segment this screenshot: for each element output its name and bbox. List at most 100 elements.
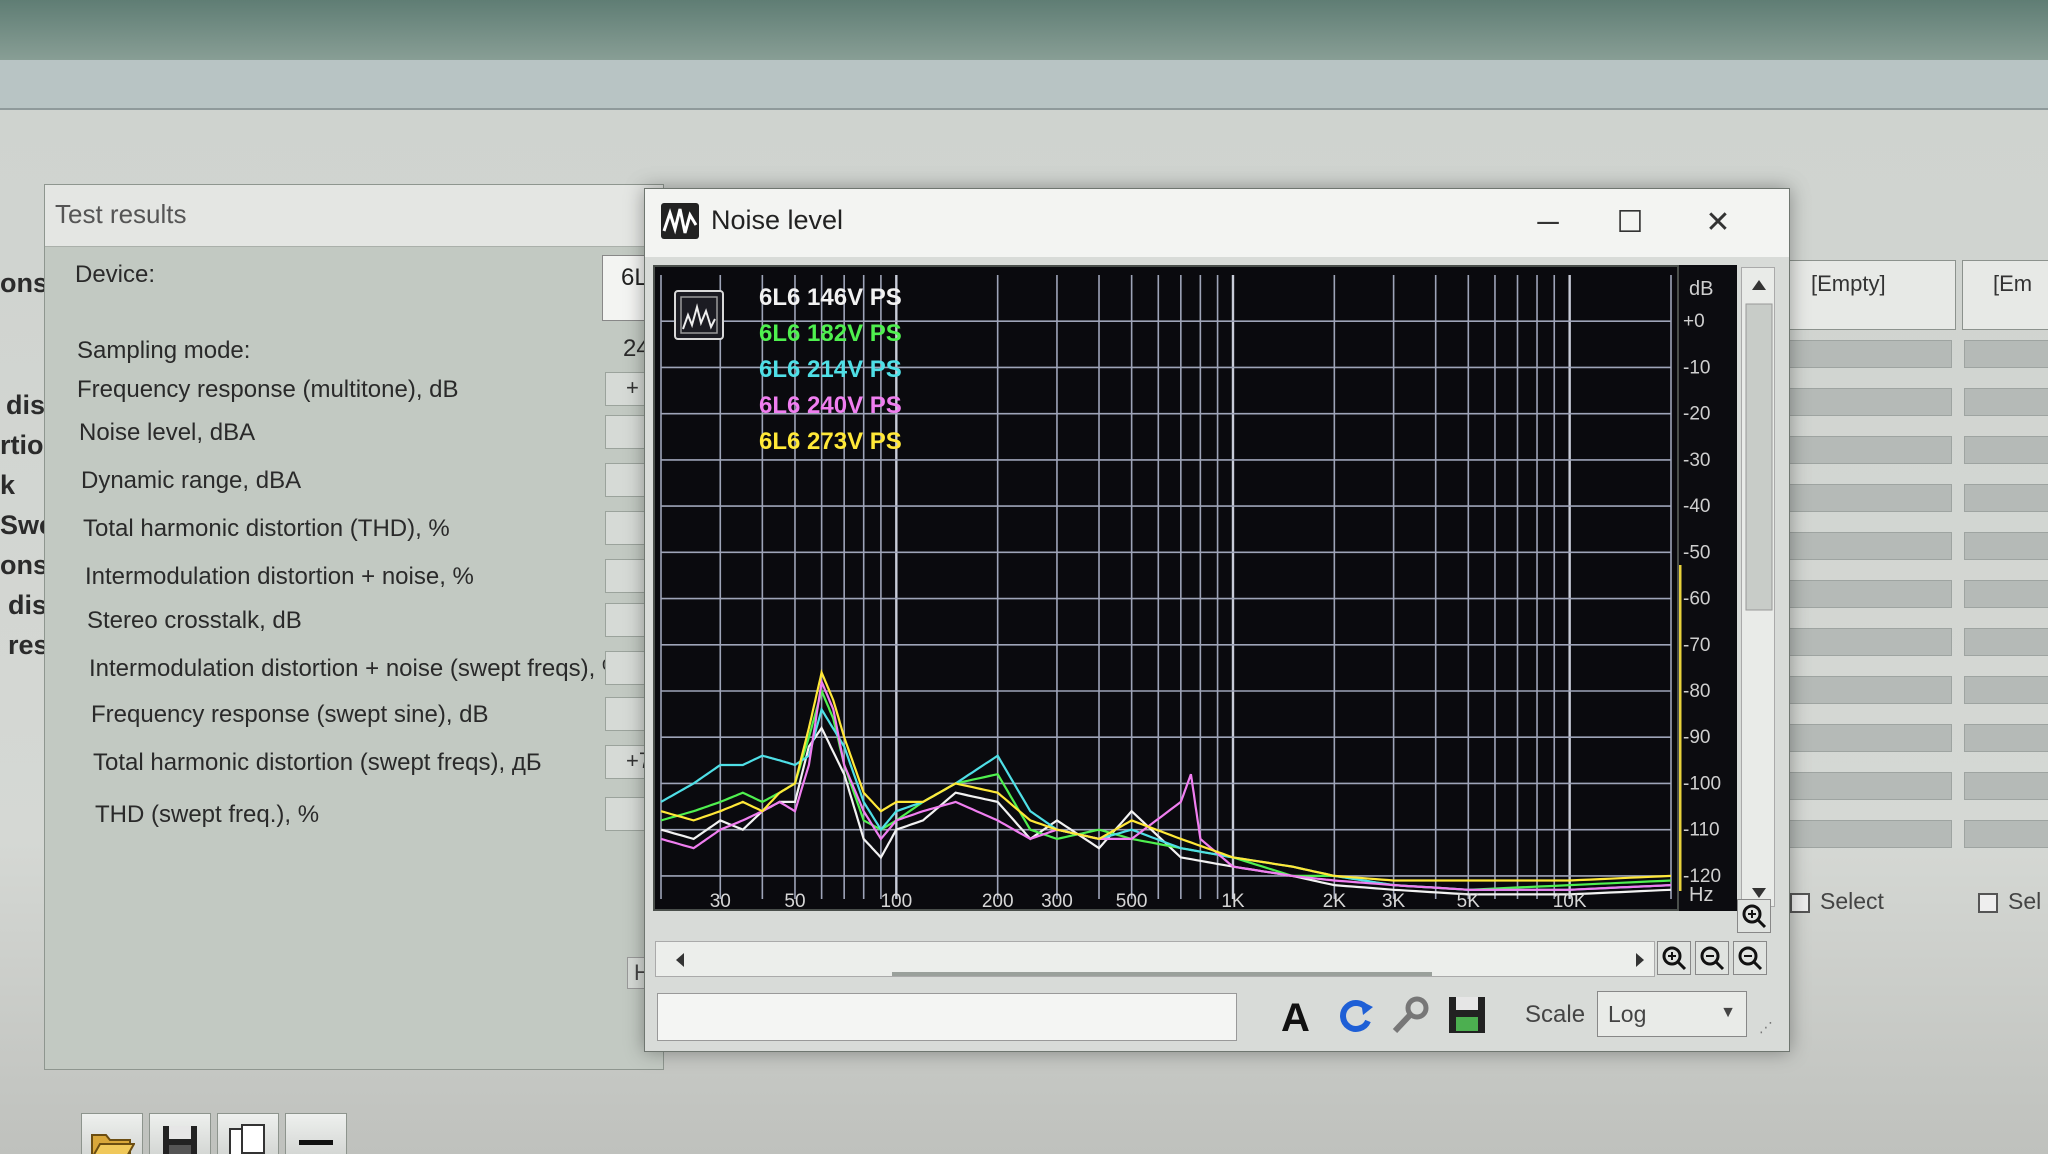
settings-button[interactable] <box>1385 989 1437 1041</box>
grid-cell <box>1782 724 1952 752</box>
scale-dropdown[interactable]: Log ▼ <box>1597 991 1747 1037</box>
minimize-icon[interactable]: ─ <box>1523 203 1573 243</box>
minus-icon <box>299 1140 333 1145</box>
open-folder-button[interactable] <box>81 1113 143 1154</box>
horizontal-scrollbar[interactable] <box>655 941 1655 977</box>
open-folder-icon <box>91 1134 135 1154</box>
scroll-thumb[interactable] <box>1745 303 1773 611</box>
grid-cell <box>1782 532 1952 560</box>
y-tick-label: -70 <box>1683 635 1710 656</box>
desktop-top-band <box>0 0 2048 60</box>
scale-value: Log <box>1608 1001 1647 1027</box>
checkbox-icon[interactable] <box>1978 892 1998 913</box>
column-header-empty-2[interactable]: [Em <box>1962 260 2048 330</box>
svg-text:A: A <box>1281 996 1310 1037</box>
zoom-in-icon[interactable] <box>1737 899 1771 933</box>
chevron-down-icon: ▼ <box>1720 1004 1736 1021</box>
desktop-menu-strip <box>0 60 2048 110</box>
x-tick-label: 100 <box>880 891 912 909</box>
result-row-label: Frequency response (swept sine), dB <box>91 701 489 728</box>
copy-button[interactable] <box>217 1113 279 1154</box>
series-line <box>660 687 1672 891</box>
y-tick-label: +0 <box>1683 311 1705 332</box>
scroll-left-icon[interactable] <box>676 953 684 967</box>
grid-cell <box>1782 676 1952 704</box>
resize-grip-icon[interactable]: ⋰ <box>1759 1019 1773 1036</box>
result-row-label: Intermodulation distortion + noise (swep… <box>89 655 624 682</box>
test-results-titlebar[interactable]: Test results <box>45 185 663 247</box>
bg-fragment: ons <box>0 268 49 298</box>
db-axis: dB +0 -10 -20 -30 -40 -50 -60 -70 -80 -90 -100 -110-… <box>1678 265 1737 911</box>
grid-cell <box>1964 676 2048 704</box>
sampling-mode-label: Sampling mode: <box>77 337 251 364</box>
save-results-button[interactable] <box>149 1113 211 1154</box>
select-checkbox-2[interactable]: Sel <box>1978 888 2041 915</box>
x-tick-label: 200 <box>982 891 1014 909</box>
x-tick-label: 1K <box>1221 891 1245 909</box>
remove-button[interactable] <box>285 1113 347 1154</box>
y-tick-label: -30 <box>1683 450 1710 471</box>
x-tick-label: 10K <box>1553 891 1587 909</box>
checkbox-icon[interactable] <box>1790 892 1810 913</box>
select-label: Sel <box>2008 888 2042 914</box>
result-row-label: Frequency response (multitone), dB <box>77 376 459 403</box>
grid-cell <box>1782 580 1952 608</box>
copy-pages-icon <box>229 1124 265 1154</box>
grid-cell <box>1964 340 2048 368</box>
noise-spectrum-plot[interactable]: 6L6 146V PS 6L6 182V PS 6L6 214V PS 6L6 240… <box>653 265 1679 912</box>
grid-cell <box>1782 772 1952 800</box>
wrench-icon <box>1392 996 1429 1034</box>
y-tick-label: -80 <box>1683 681 1710 702</box>
grid-cell <box>1964 628 2048 656</box>
db-unit-label: dB <box>1689 278 1713 300</box>
legend-entry: 6L6 182V PS <box>759 320 902 347</box>
bg-fragment: k <box>0 470 16 500</box>
grid-cell <box>1964 436 2048 464</box>
y-tick-label: -40 <box>1683 496 1710 517</box>
scroll-down-icon[interactable] <box>1752 888 1766 898</box>
hscroll-thumb[interactable] <box>892 972 1432 976</box>
select-label: Select <box>1820 888 1884 914</box>
zoom-reset-icon[interactable] <box>1733 941 1767 975</box>
hz-unit-label: Hz <box>1689 884 1713 906</box>
grid-cell <box>1782 436 1952 464</box>
floppy-save-icon <box>1449 997 1485 1033</box>
series-line <box>660 725 1672 896</box>
x-tick-label: 30 <box>710 891 731 909</box>
noise-level-title: Noise level <box>711 205 844 235</box>
scroll-up-icon[interactable] <box>1752 280 1766 290</box>
grid-cell <box>1964 820 2048 848</box>
x-tick-label: 50 <box>784 891 805 909</box>
close-icon[interactable]: ✕ <box>1693 203 1743 243</box>
select-checkbox[interactable]: Select <box>1790 888 1884 915</box>
zoom-in-x-icon[interactable] <box>1657 941 1691 975</box>
bg-fragment: rtio <box>0 430 44 460</box>
x-tick-label: 3K <box>1382 891 1406 909</box>
noise-level-titlebar[interactable]: Noise level ─ ☐ ✕ <box>645 189 1789 257</box>
legend-entry: 6L6 146V PS <box>759 284 902 311</box>
status-field[interactable] <box>657 993 1237 1041</box>
vertical-scrollbar[interactable] <box>1741 267 1775 907</box>
test-results-title: Test results <box>55 199 187 229</box>
grid-cell <box>1782 388 1952 416</box>
result-row-label: Stereo crosstalk, dB <box>87 607 302 634</box>
scroll-right-icon[interactable] <box>1636 953 1644 967</box>
spectrum-chart-svg: 6L6 146V PS 6L6 182V PS 6L6 214V PS 6L6 240… <box>660 275 1672 912</box>
grid-cell <box>1782 340 1952 368</box>
refresh-button[interactable] <box>1329 989 1381 1041</box>
device-label: Device: <box>75 261 156 288</box>
zoom-out-icon[interactable] <box>1695 941 1729 975</box>
x-tick-label: 5K <box>1457 891 1481 909</box>
maximize-icon[interactable]: ☐ <box>1605 203 1655 243</box>
font-button[interactable]: A <box>1271 989 1323 1041</box>
y-tick-label: -50 <box>1683 542 1710 563</box>
grid-cell <box>1782 628 1952 656</box>
legend-entry: 6L6 273V PS <box>759 428 902 455</box>
y-tick-label: -100 <box>1683 773 1721 794</box>
spectrum-mode-icon[interactable] <box>674 290 724 340</box>
legend-entry: 6L6 240V PS <box>759 392 902 419</box>
column-header-empty[interactable]: [Empty] <box>1780 260 1956 330</box>
grid-cell <box>1964 772 2048 800</box>
grid-cell <box>1964 724 2048 752</box>
save-graph-button[interactable] <box>1441 989 1493 1041</box>
